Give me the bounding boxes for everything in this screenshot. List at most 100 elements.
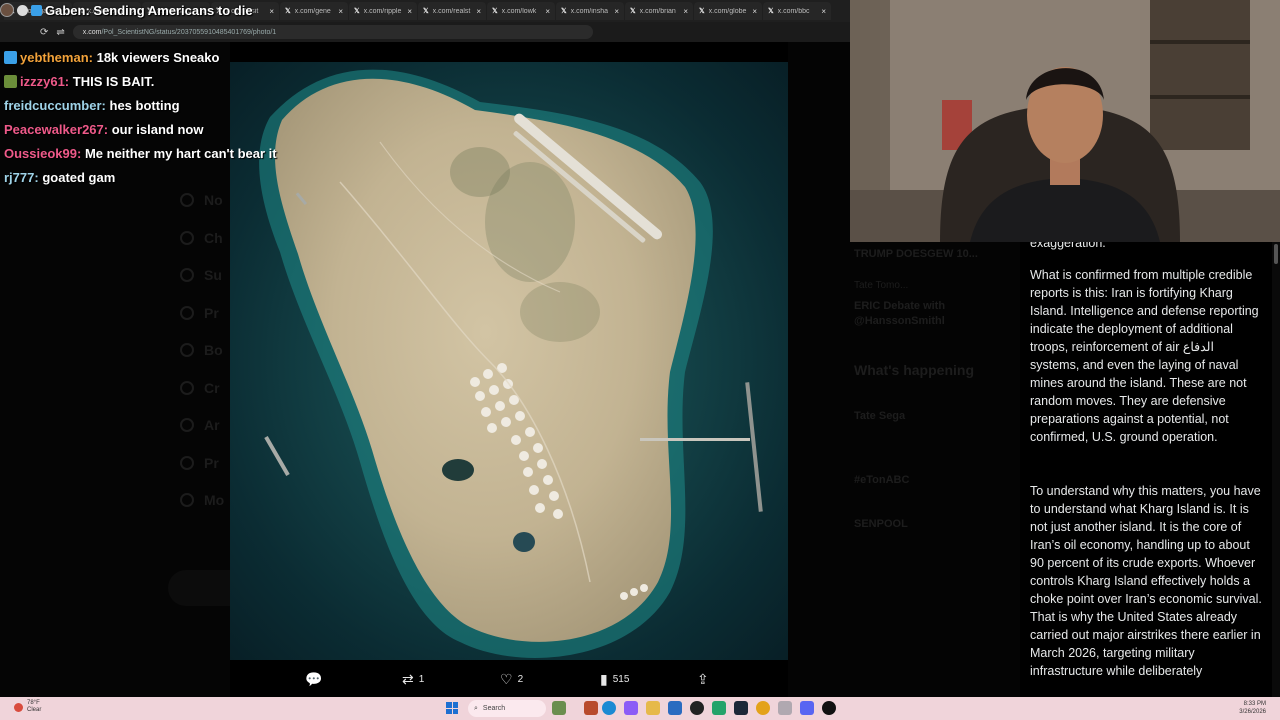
close-tab-icon[interactable]: ×: [752, 7, 757, 16]
vegetation: [450, 147, 510, 197]
chat-text: 18k viewers Sneako: [96, 50, 220, 65]
sidebar-item[interactable]: Su: [180, 267, 222, 283]
scrollbar-thumb[interactable]: [1274, 244, 1278, 264]
chat-badge-icon: [4, 75, 17, 88]
tanker-terminal: [745, 382, 763, 512]
edge-icon[interactable]: [602, 701, 616, 715]
x-logo-icon: 𝕏: [285, 8, 291, 15]
windows-taskbar: 78°F Clear ⌕ Search 8:33 PM 3/26/2026: [0, 697, 1280, 720]
trend-line-1: Tate Tomo...: [854, 280, 909, 291]
mail-icon: [180, 230, 194, 245]
close-tab-icon[interactable]: ×: [683, 7, 688, 16]
sidebar-item[interactable]: No: [180, 192, 223, 208]
retweet-button[interactable]: ⇄ 1: [402, 671, 424, 688]
clock-time: 8:33 PM: [1243, 701, 1266, 707]
chat-username[interactable]: rj777:: [4, 170, 39, 185]
sidebar-item[interactable]: Pr: [180, 455, 219, 471]
spotify-icon[interactable]: [712, 701, 726, 715]
grok-icon: [180, 268, 194, 282]
app-icon[interactable]: [778, 701, 792, 715]
sidebar-item-label: Mo: [204, 492, 225, 508]
reload-icon[interactable]: ⟳: [40, 27, 48, 38]
site-info-icon[interactable]: ⇌: [56, 27, 64, 38]
taskbar-search[interactable]: ⌕ Search: [468, 700, 546, 717]
browser-tab[interactable]: 𝕏x.com/ripple ×: [349, 2, 417, 20]
store-icon[interactable]: [668, 701, 682, 715]
browser-tab[interactable]: 𝕏x.com/gene ×: [280, 2, 348, 20]
premium-icon: [180, 305, 194, 320]
chat-username[interactable]: Oussieok99:: [4, 146, 81, 161]
sidebar-item[interactable]: Pr: [180, 305, 219, 321]
system-clock[interactable]: 8:33 PM 3/26/2026: [1239, 700, 1266, 716]
browser-tab[interactable]: 𝕏x.com/insha ×: [556, 2, 624, 20]
close-tab-icon[interactable]: ×: [338, 7, 343, 16]
browser-tab[interactable]: 𝕏x.com/realst ×: [418, 2, 486, 20]
trend-title: TRUMP DOESGEW 10...: [854, 248, 978, 260]
shelf-unit: [1150, 0, 1250, 150]
chat-username[interactable]: freidcuccumber:: [4, 98, 106, 113]
platform-badge-icon: [31, 4, 42, 16]
vegetation: [520, 282, 600, 342]
like-button[interactable]: ♡ 2: [500, 671, 523, 688]
sidebar-item[interactable]: Mo: [180, 492, 224, 508]
chrome-icon[interactable]: [756, 701, 770, 715]
trend-line-3: @HanssonSmithl: [854, 315, 945, 327]
chat-username[interactable]: izzzy61:: [20, 74, 69, 89]
sidebar-item[interactable]: Cr: [180, 380, 220, 396]
heart-icon: ♡: [500, 671, 513, 687]
x-logo-icon: 𝕏: [699, 8, 705, 15]
reply-button[interactable]: 💬: [305, 671, 327, 688]
chat-text: Me neither my hart can't bear it: [84, 146, 277, 161]
chat-username[interactable]: yebtheman:: [20, 50, 93, 65]
trend-item[interactable]: SENPOOL: [854, 518, 908, 530]
trend-item[interactable]: #eTonABC: [854, 474, 909, 486]
discord-icon[interactable]: [800, 701, 814, 715]
sidebar-item[interactable]: Ch: [180, 230, 223, 246]
sidebar-item-label: Bo: [204, 342, 223, 358]
close-tab-icon[interactable]: ×: [476, 7, 481, 16]
close-tab-icon[interactable]: ×: [614, 7, 619, 16]
search-placeholder: Search: [482, 705, 506, 712]
steam-icon[interactable]: [734, 701, 748, 715]
browser-tab[interactable]: 𝕏x.com/globe ×: [694, 2, 762, 20]
sidebar-item[interactable]: Bo: [180, 342, 223, 358]
close-tab-icon[interactable]: ×: [545, 7, 550, 16]
browser-tab[interactable]: 𝕏x.com/lowk ×: [487, 2, 555, 20]
island-map-drawing: [259, 69, 763, 658]
trend-item[interactable]: Tate Sega: [854, 410, 905, 422]
obs-icon[interactable]: [690, 701, 704, 715]
views-button[interactable]: ▮ 515: [600, 671, 629, 688]
article-scrollbar[interactable]: [1272, 242, 1280, 697]
chat-text: our island now: [111, 122, 204, 137]
url-field[interactable]: x.com/Pol_ScientistNG/status/20370559104…: [72, 25, 593, 39]
app-icon[interactable]: [822, 701, 836, 715]
kharg-island-satellite-photo[interactable]: [230, 62, 788, 660]
sidebar-item[interactable]: Ar: [180, 417, 220, 433]
sidebar-item-label: Su: [204, 267, 222, 283]
app-icon[interactable]: [584, 701, 598, 715]
clock-date: 3/26/2026: [1239, 709, 1266, 715]
stream-title: Gaben: Sending Americans to die: [45, 2, 253, 18]
file-explorer-icon[interactable]: [646, 701, 660, 715]
windows-start-icon[interactable]: [446, 702, 458, 714]
close-tab-icon[interactable]: ×: [821, 7, 826, 16]
post-button[interactable]: [168, 570, 230, 606]
weather-widget[interactable]: 78°F Clear: [14, 700, 41, 714]
share-button[interactable]: ⇪: [697, 671, 709, 688]
browser-tab[interactable]: 𝕏x.com/brian ×: [625, 2, 693, 20]
article-panel[interactable]: exaggeration. What is confirmed from mul…: [1020, 242, 1272, 697]
close-tab-icon[interactable]: ×: [269, 7, 274, 16]
x-logo-icon: 𝕏: [492, 8, 498, 15]
close-tab-icon[interactable]: ×: [407, 7, 412, 16]
game-icon[interactable]: [552, 701, 566, 715]
sidebar-item-label: Pr: [204, 304, 219, 321]
chat-text: goated gam: [42, 170, 116, 185]
stream-title-bar: Gaben: Sending Americans to die: [0, 0, 253, 20]
browser-tab[interactable]: 𝕏x.com/bbc ×: [763, 2, 831, 20]
retweet-count: 1: [418, 674, 425, 685]
door: [850, 0, 890, 190]
sidebar-item-label: Cr: [204, 379, 220, 396]
chat-text: hes botting: [109, 98, 180, 113]
copilot-icon[interactable]: [624, 701, 638, 715]
chat-username[interactable]: Peacewalker267:: [4, 122, 108, 137]
